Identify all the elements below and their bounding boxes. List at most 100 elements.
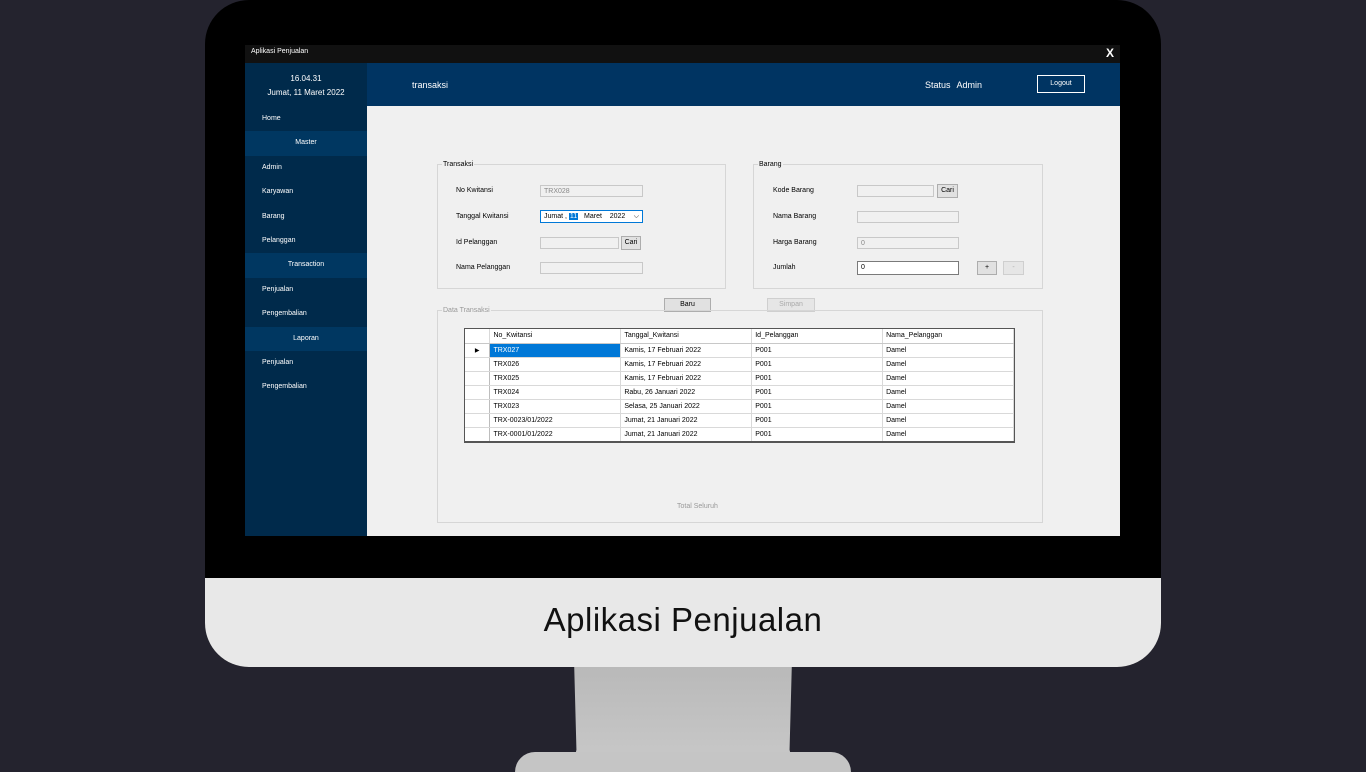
monitor-caption: Aplikasi Penjualan (543, 601, 823, 638)
window-titlebar: Aplikasi Penjualan X (245, 45, 1120, 63)
tanggal-year: 2022 (609, 213, 626, 220)
row-header[interactable]: ▶ (465, 343, 491, 358)
row-header[interactable] (465, 399, 491, 415)
table-cell[interactable]: TRX-0001/01/2022 (489, 427, 622, 441)
table-cell[interactable]: Damel (882, 427, 1014, 441)
remove-item-button[interactable]: - (1003, 261, 1024, 275)
row-header[interactable] (465, 385, 491, 400)
data-transaksi-legend: Data Transaksi (443, 307, 490, 314)
sidebar-item-transaction[interactable]: Transaction (245, 253, 367, 278)
table-row[interactable]: TRX025 Kamis, 17 Februari 2022 P001 Damel (465, 371, 1014, 386)
sidebar-item-master[interactable]: Master (245, 131, 367, 156)
sidebar-item-penjualan[interactable]: Penjualan (245, 351, 367, 375)
tanggal-date: 11 (568, 213, 579, 220)
sidebar-item-barang[interactable]: Barang (245, 205, 367, 229)
column-header[interactable]: Tanggal_Kwitansi (620, 329, 753, 344)
table-cell[interactable]: Kamis, 17 Februari 2022 (620, 357, 753, 372)
sidebar-item-penjualan[interactable]: Penjualan (245, 278, 367, 302)
table-cell[interactable]: TRX023 (489, 399, 622, 415)
logout-button[interactable]: Logout (1037, 75, 1085, 93)
table-cell[interactable]: Jumat, 21 Januari 2022 (620, 413, 753, 429)
header-bar: transaksi Status Admin Logout (367, 63, 1120, 106)
harga-barang-field[interactable]: 0 (857, 237, 959, 249)
tanggal-day: Jumat , (544, 213, 567, 220)
table-cell[interactable]: TRX027 (489, 343, 622, 358)
table-cell[interactable]: Damel (882, 357, 1014, 372)
sidebar-item-home[interactable]: Home (245, 107, 367, 131)
table-cell[interactable]: TRX026 (489, 357, 622, 372)
harga-barang-label: Harga Barang (773, 239, 817, 246)
id-pelanggan-field[interactable] (540, 237, 619, 249)
sidebar-item-pengembalian[interactable]: Pengembalian (245, 302, 367, 326)
column-header[interactable]: Nama_Pelanggan (882, 329, 1014, 344)
table-cell[interactable]: P001 (751, 385, 884, 400)
sidebar-item-pengembalian[interactable]: Pengembalian (245, 375, 367, 399)
table-cell[interactable]: P001 (751, 413, 884, 429)
table-row[interactable]: TRX023 Selasa, 25 Januari 2022 P001 Damel (465, 399, 1014, 415)
cari-pelanggan-button[interactable]: Cari (621, 236, 641, 250)
table-cell[interactable]: Damel (882, 385, 1014, 400)
id-pelanggan-label: Id Pelanggan (456, 239, 498, 246)
barang-legend: Barang (759, 161, 782, 168)
kode-barang-field[interactable] (857, 185, 934, 197)
data-transaksi-grid[interactable]: No_Kwitansi Tanggal_Kwitansi Id_Pelangga… (464, 328, 1015, 443)
nama-barang-label: Nama Barang (773, 213, 817, 220)
no-kwitansi-field[interactable]: TRX028 (540, 185, 643, 197)
window-title: Aplikasi Penjualan (251, 48, 309, 55)
table-cell[interactable]: Damel (882, 371, 1014, 386)
table-cell[interactable]: TRX-0023/01/2022 (489, 413, 622, 429)
app-window: Aplikasi Penjualan X 16.04.31 Jumat, 11 … (245, 45, 1120, 536)
row-header[interactable] (465, 413, 491, 429)
clock-date: Jumat, 11 Maret 2022 (267, 88, 345, 97)
jumlah-label: Jumlah (773, 264, 796, 271)
grid-header-row: No_Kwitansi Tanggal_Kwitansi Id_Pelangga… (465, 329, 1014, 344)
chevron-down-icon[interactable]: ⌵ (634, 211, 639, 222)
clock-time: 16.04.31 (290, 74, 322, 83)
table-row[interactable]: TRX-0001/01/2022 Jumat, 21 Januari 2022 P0… (465, 427, 1014, 441)
status-area: Status Admin (925, 80, 988, 90)
transaksi-legend: Transaksi (443, 161, 474, 168)
column-header[interactable]: Id_Pelanggan (751, 329, 884, 344)
total-seluruh-label: Total Seluruh (677, 503, 718, 510)
table-cell[interactable]: Damel (882, 399, 1014, 415)
main-content: Transaksi No Kwitansi TRX028 Tanggal Kwi… (367, 106, 1120, 536)
sidebar-nav: Home Master Admin Karyawan Barang Pelanggan Tr… (245, 107, 367, 400)
row-header[interactable] (465, 427, 491, 441)
nama-barang-field[interactable] (857, 211, 959, 223)
tanggal-month: Maret (584, 213, 602, 220)
tanggal-kwitansi-picker[interactable]: Jumat , 11 Maret 2022 ⌵ (540, 210, 643, 223)
sidebar-item-admin[interactable]: Admin (245, 156, 367, 180)
kode-barang-label: Kode Barang (773, 187, 814, 194)
jumlah-field[interactable]: 0 (857, 261, 959, 275)
sidebar-item-karyawan[interactable]: Karyawan (245, 180, 367, 204)
table-cell[interactable]: P001 (751, 399, 884, 415)
row-header[interactable] (465, 357, 491, 372)
table-cell[interactable]: P001 (751, 371, 884, 386)
table-cell[interactable]: Kamis, 17 Februari 2022 (620, 371, 753, 386)
table-cell[interactable]: Selasa, 25 Januari 2022 (620, 399, 753, 415)
table-cell[interactable]: P001 (751, 357, 884, 372)
column-header[interactable]: No_Kwitansi (489, 329, 622, 344)
table-row[interactable]: ▶ TRX027 Kamis, 17 Februari 2022 P001 Damel (465, 343, 1014, 358)
table-cell[interactable]: Jumat, 21 Januari 2022 (620, 427, 753, 441)
row-header-corner (465, 329, 491, 344)
add-item-button[interactable]: + (977, 261, 997, 275)
cari-barang-button[interactable]: Cari (937, 184, 958, 198)
table-row[interactable]: TRX-0023/01/2022 Jumat, 21 Januari 2022 P0… (465, 413, 1014, 429)
close-icon[interactable]: X (1106, 46, 1114, 60)
nama-pelanggan-label: Nama Pelanggan (456, 264, 511, 271)
table-cell[interactable]: Kamis, 17 Februari 2022 (620, 343, 753, 358)
table-cell[interactable]: P001 (751, 427, 884, 441)
table-cell[interactable]: Damel (882, 413, 1014, 429)
table-row[interactable]: TRX026 Kamis, 17 Februari 2022 P001 Damel (465, 357, 1014, 372)
table-cell[interactable]: TRX024 (489, 385, 622, 400)
table-cell[interactable]: Rabu, 26 Januari 2022 (620, 385, 753, 400)
table-cell[interactable]: P001 (751, 343, 884, 358)
sidebar-item-laporan[interactable]: Laporan (245, 326, 367, 351)
nama-pelanggan-field[interactable] (540, 262, 643, 274)
table-cell[interactable]: TRX025 (489, 371, 622, 386)
sidebar-item-pelanggan[interactable]: Pelanggan (245, 229, 367, 253)
row-header[interactable] (465, 371, 491, 386)
table-cell[interactable]: Damel (882, 343, 1014, 358)
table-row[interactable]: TRX024 Rabu, 26 Januari 2022 P001 Damel (465, 385, 1014, 400)
